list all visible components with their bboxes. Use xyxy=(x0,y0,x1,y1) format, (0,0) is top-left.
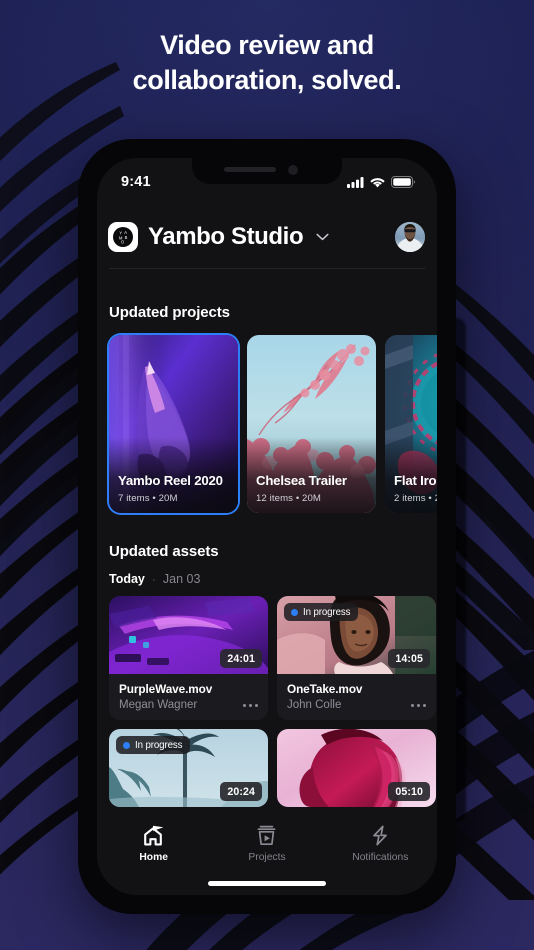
asset-thumbnail: In progress 20:24 xyxy=(109,729,268,807)
asset-thumbnail: In progress 14:05 xyxy=(277,596,436,674)
headline-line-1: Video review and xyxy=(160,30,374,60)
status-label: In progress xyxy=(135,739,183,751)
notifications-bolt-icon xyxy=(373,825,388,846)
status-label: In progress xyxy=(303,606,351,618)
asset-card[interactable]: In progress 14:05 OneTake.mov John Colle xyxy=(277,596,436,720)
app-header: Y A M B O Yambo Studio xyxy=(97,208,437,266)
headline-line-2: collaboration, solved. xyxy=(132,65,402,96)
status-dot-icon xyxy=(291,608,298,616)
project-details: 7 items • 20M xyxy=(118,493,178,504)
home-icon xyxy=(144,825,164,846)
tab-notifications[interactable]: Notifications xyxy=(324,825,437,863)
svg-text:O: O xyxy=(121,239,124,244)
yambo-logo-icon[interactable]: Y A M B O xyxy=(108,222,138,252)
tab-home[interactable]: Home xyxy=(97,825,210,863)
project-meta: Flat Iron Director' 2 items • 20 xyxy=(394,473,437,504)
tab-projects[interactable]: Projects xyxy=(210,825,323,863)
workspace-title: Yambo Studio xyxy=(148,223,304,250)
projects-carousel[interactable]: Yambo Reel 2020 7 items • 20M Chelsea Tr… xyxy=(109,335,437,513)
asset-duration: 14:05 xyxy=(388,649,430,668)
asset-owner: John Colle xyxy=(287,699,342,711)
asset-thumbnail: 05:10 xyxy=(277,729,436,807)
home-indicator xyxy=(208,881,326,886)
project-card[interactable]: Yambo Reel 2020 7 items • 20M xyxy=(109,335,238,513)
asset-status-badge: In progress xyxy=(284,603,359,621)
cellular-signal-icon xyxy=(347,176,364,188)
day-date: Jan 03 xyxy=(162,572,201,586)
asset-duration: 20:24 xyxy=(220,782,262,801)
asset-duration: 05:10 xyxy=(388,782,430,801)
status-icons xyxy=(347,176,415,188)
day-label: Today xyxy=(109,572,145,586)
project-details: 2 items • 20 xyxy=(394,493,437,504)
status-dot-icon xyxy=(123,741,130,749)
chevron-down-icon[interactable] xyxy=(316,233,329,241)
projects-icon xyxy=(258,825,276,846)
notch-speaker-icon xyxy=(224,167,276,172)
user-avatar[interactable] xyxy=(395,222,425,252)
phone-notch xyxy=(192,158,342,184)
project-card[interactable]: Chelsea Trailer 12 items • 20M xyxy=(247,335,376,513)
phone-screen: 9:41 Y A M B O Yambo Studio Updated proj… xyxy=(97,158,437,895)
assets-day-group: Today · Jan 03 xyxy=(109,572,200,586)
day-separator: · xyxy=(151,572,156,586)
asset-thumbnail: 24:01 xyxy=(109,596,268,674)
asset-owner: Megan Wagner xyxy=(119,699,198,711)
wifi-icon xyxy=(370,177,385,187)
asset-info: PurpleWave.mov Megan Wagner xyxy=(109,674,268,720)
project-name: Flat Iron Director' xyxy=(394,472,437,488)
tab-label: Notifications xyxy=(352,852,409,863)
svg-text:B: B xyxy=(125,235,128,240)
status-time: 9:41 xyxy=(121,174,151,190)
notch-camera-icon xyxy=(288,165,298,175)
tab-label: Home xyxy=(139,852,168,863)
project-meta: Chelsea Trailer 12 items • 20M xyxy=(256,473,368,504)
asset-card[interactable]: In progress 20:24 xyxy=(109,729,268,807)
asset-status-badge: In progress xyxy=(116,736,191,754)
asset-card[interactable]: 05:10 xyxy=(277,729,436,807)
asset-card[interactable]: 24:01 PurpleWave.mov Megan Wagner xyxy=(109,596,268,720)
asset-name: OneTake.mov xyxy=(287,682,363,696)
asset-name: PurpleWave.mov xyxy=(119,682,213,696)
more-options-icon[interactable] xyxy=(411,703,426,707)
battery-icon xyxy=(391,176,415,188)
more-options-icon[interactable] xyxy=(243,703,258,707)
assets-grid: 24:01 PurpleWave.mov Megan Wagner In pro… xyxy=(109,596,437,807)
project-details: 12 items • 20M xyxy=(256,493,322,504)
header-divider xyxy=(109,268,425,269)
project-name: Chelsea Trailer xyxy=(256,472,347,488)
project-meta: Yambo Reel 2020 7 items • 20M xyxy=(118,473,230,504)
asset-info: OneTake.mov John Colle xyxy=(277,674,436,720)
project-card[interactable]: Flat Iron Director' 2 items • 20 xyxy=(385,335,437,513)
section-title-assets: Updated assets xyxy=(109,543,219,560)
section-title-projects: Updated projects xyxy=(109,304,230,321)
project-name: Yambo Reel 2020 xyxy=(118,472,223,488)
asset-duration: 24:01 xyxy=(220,649,262,668)
page-headline: Video review and collaboration, solved. xyxy=(0,28,534,98)
phone-mockup: 9:41 Y A M B O Yambo Studio Updated proj… xyxy=(78,139,456,914)
tab-label: Projects xyxy=(248,852,286,863)
